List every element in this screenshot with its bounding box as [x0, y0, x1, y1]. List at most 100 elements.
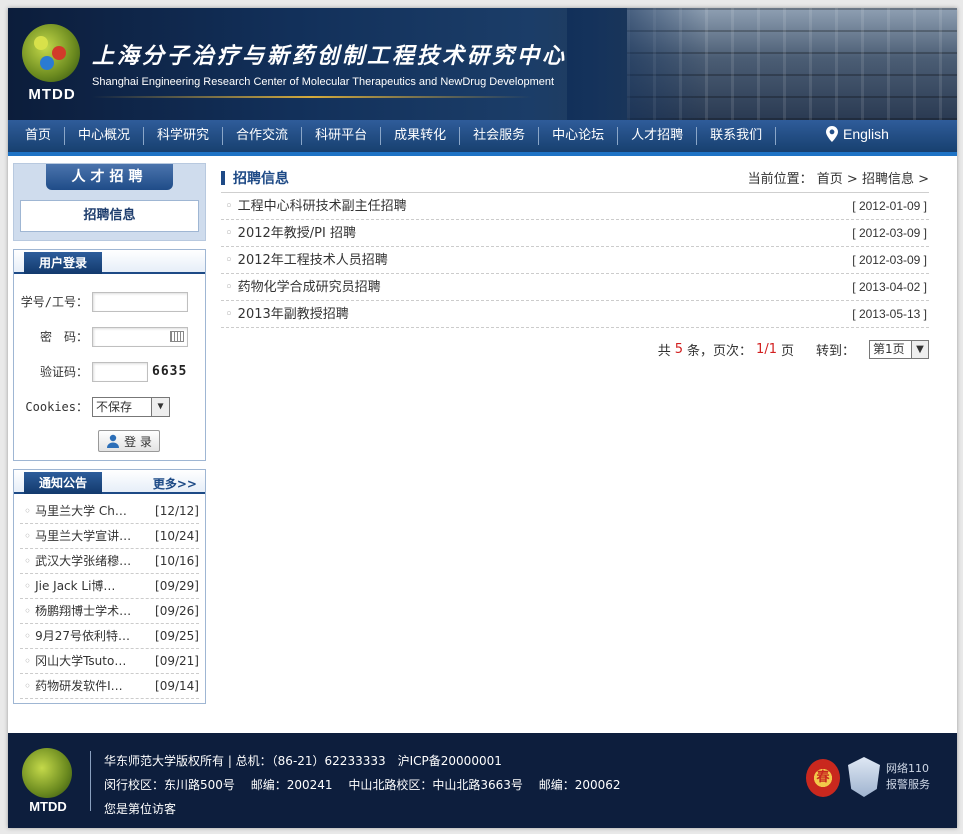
bullet-icon: ◦ [24, 654, 32, 668]
logo-dot [34, 36, 48, 50]
footer-logo-icon [22, 748, 72, 798]
nav-achievements[interactable]: 成果转化 [381, 127, 461, 145]
net110-line2: 报警服务 [886, 778, 930, 791]
job-title[interactable]: 2012年工程技术人员招聘 [238, 253, 388, 268]
login-button[interactable]: 登 录 [98, 430, 160, 452]
job-item[interactable]: ◦ 药物化学合成研究员招聘 [ 2013-04-02 ] [221, 274, 929, 301]
notice-title[interactable]: 冈山大学Tsuto… [35, 654, 126, 668]
nav-platform[interactable]: 科研平台 [302, 127, 382, 145]
job-title[interactable]: 工程中心科研技术副主任招聘 [238, 199, 407, 214]
notice-title[interactable]: 马里兰大学宣讲… [35, 529, 131, 543]
bullet-icon: ◦ [24, 554, 32, 568]
nav-recruitment[interactable]: 人才招聘 [618, 127, 698, 145]
page-select[interactable]: 第1页 ▼ [869, 340, 929, 359]
breadcrumb[interactable]: 当前位置： 首页 > 招聘信息 > [748, 168, 929, 187]
job-title[interactable]: 药物化学合成研究员招聘 [238, 280, 381, 295]
net110-link[interactable]: 网络110 报警服务 [886, 761, 930, 793]
notice-title[interactable]: 马里兰大学 Ch… [35, 504, 127, 518]
login-form: 学号/工号： 密 码： 验证码： 6635 Cookies： 不保存 ▼ 登 录 [14, 274, 205, 460]
site-title: 上海分子治疗与新药创制工程技术研究中心 [92, 43, 568, 69]
bullet-icon: ◦ [24, 504, 32, 518]
bullet-icon: ◦ [225, 199, 233, 214]
section-title: 人才招聘 [46, 164, 173, 190]
login-tab: 用户登录 [24, 252, 102, 274]
notice-title[interactable]: Jie Jack Li博… [35, 579, 115, 593]
police-badge-icon[interactable]: 春 [806, 759, 840, 797]
login-row-captcha: 验证码： 6635 [20, 354, 199, 389]
bullet-icon: ◦ [24, 679, 32, 693]
nav-social-service[interactable]: 社会服务 [460, 127, 540, 145]
captcha-image[interactable]: 6635 [152, 364, 187, 379]
notice-item[interactable]: ◦ 武汉大学张绪穆… [10/16] [20, 549, 199, 574]
site-header: MTDD 上海分子治疗与新药创制工程技术研究中心 Shanghai Engine… [8, 8, 957, 120]
bullet-icon: ◦ [225, 226, 233, 241]
pager-post: 页 [780, 344, 794, 359]
notice-date: [09/25] [155, 629, 199, 643]
notice-title[interactable]: 武汉大学张绪穆… [35, 554, 131, 568]
cookies-select[interactable]: 不保存 ▼ [92, 396, 170, 417]
job-item[interactable]: ◦ 2012年教授/PI 招聘 [ 2012-03-09 ] [221, 220, 929, 247]
job-date: [ 2012-03-09 ] [852, 253, 927, 267]
sidebar: 人才招聘 招聘信息 用户登录 学号/工号： 密 码： 验证码： 6635 Coo… [13, 163, 206, 704]
page-title-text: 招聘信息 [233, 170, 289, 187]
english-link[interactable]: English [826, 126, 889, 142]
nav-home[interactable]: 首页 [12, 127, 66, 145]
logo-text: MTDD [28, 86, 76, 103]
job-title[interactable]: 2012年教授/PI 招聘 [238, 226, 356, 241]
notice-item[interactable]: ◦ 杨鹏翔博士学术… [09/26] [20, 599, 199, 624]
chevron-down-icon: ▼ [151, 397, 169, 416]
page-select-value: 第1页 [873, 342, 905, 356]
notice-item[interactable]: ◦ 马里兰大学 Ch… [12/12] [20, 499, 199, 524]
notice-title[interactable]: 杨鹏翔博士学术… [35, 604, 131, 618]
notice-date: [09/29] [155, 579, 199, 593]
footer-copyright: 华东师范大学版权所有 | 总机：（86-21）62233333 沪ICP备200… [104, 754, 502, 768]
notice-title[interactable]: 9月27号依利特… [35, 629, 130, 643]
notice-header: 通知公告 更多>> [14, 470, 205, 494]
notice-item[interactable]: ◦ 马里兰大学宣讲… [10/24] [20, 524, 199, 549]
nav-cooperation[interactable]: 合作交流 [223, 127, 303, 145]
nav-overview[interactable]: 中心概况 [65, 127, 145, 145]
nav-research[interactable]: 科学研究 [144, 127, 224, 145]
notice-date: [09/14] [155, 679, 199, 693]
notice-item[interactable]: ◦ 药物研发软件I… [09/14] [20, 674, 199, 699]
notice-more-link[interactable]: 更多>> [153, 475, 197, 492]
job-title[interactable]: 2013年副教授招聘 [238, 307, 349, 322]
pager-goto-label: 转到： [815, 344, 855, 359]
page-title: 招聘信息 [221, 168, 289, 188]
notice-title[interactable]: 药物研发软件I… [35, 679, 123, 693]
section-link-recruitment-info[interactable]: 招聘信息 [20, 200, 199, 232]
notice-item[interactable]: ◦ Jie Jack Li博… [09/29] [20, 574, 199, 599]
keyboard-icon[interactable] [170, 330, 184, 342]
pager: 共 5 条，页次： 1/1 页 转到： 第1页 ▼ [221, 340, 929, 359]
nav-contact[interactable]: 联系我们 [697, 127, 777, 145]
job-item[interactable]: ◦ 2013年副教授招聘 [ 2013-05-13 ] [221, 301, 929, 328]
footer-divider [90, 751, 91, 811]
site-footer: MTDD 华东师范大学版权所有 | 总机：（86-21）62233333 沪IC… [8, 733, 957, 828]
gold-line [92, 96, 532, 98]
nav-forum[interactable]: 中心论坛 [539, 127, 619, 145]
login-button-label: 登 录 [124, 434, 152, 449]
captcha-input[interactable] [92, 361, 148, 382]
bullet-icon: ◦ [225, 253, 233, 268]
id-label: 学号/工号： [20, 295, 88, 309]
chevron-down-icon: ▼ [911, 341, 928, 358]
job-date: [ 2013-05-13 ] [852, 307, 927, 321]
job-date: [ 2012-03-09 ] [852, 226, 927, 240]
job-item[interactable]: ◦ 工程中心科研技术副主任招聘 [ 2012-01-09 ] [221, 193, 929, 220]
id-input[interactable] [92, 291, 188, 312]
notice-item[interactable]: ◦ 9月27号依利特… [09/25] [20, 624, 199, 649]
password-input[interactable] [92, 326, 188, 347]
pager-page: 1/1 [756, 342, 777, 357]
pager-pre: 共 [657, 344, 671, 359]
job-item[interactable]: ◦ 2012年工程技术人员招聘 [ 2012-03-09 ] [221, 247, 929, 274]
nav-strip [8, 152, 957, 156]
site-subtitle: Shanghai Engineering Research Center of … [92, 76, 555, 88]
logo-dot [52, 46, 66, 60]
cookies-label: Cookies： [25, 400, 88, 414]
job-list: ◦ 工程中心科研技术副主任招聘 [ 2012-01-09 ] ◦ 2012年教授/PI… [221, 193, 929, 328]
mtdd-logo-icon[interactable] [22, 24, 80, 82]
net110-line1: 网络110 [886, 762, 929, 775]
login-row-password: 密 码： [20, 319, 199, 354]
shield-icon[interactable] [848, 757, 880, 797]
notice-item[interactable]: ◦ 冈山大学Tsuto… [09/21] [20, 649, 199, 674]
